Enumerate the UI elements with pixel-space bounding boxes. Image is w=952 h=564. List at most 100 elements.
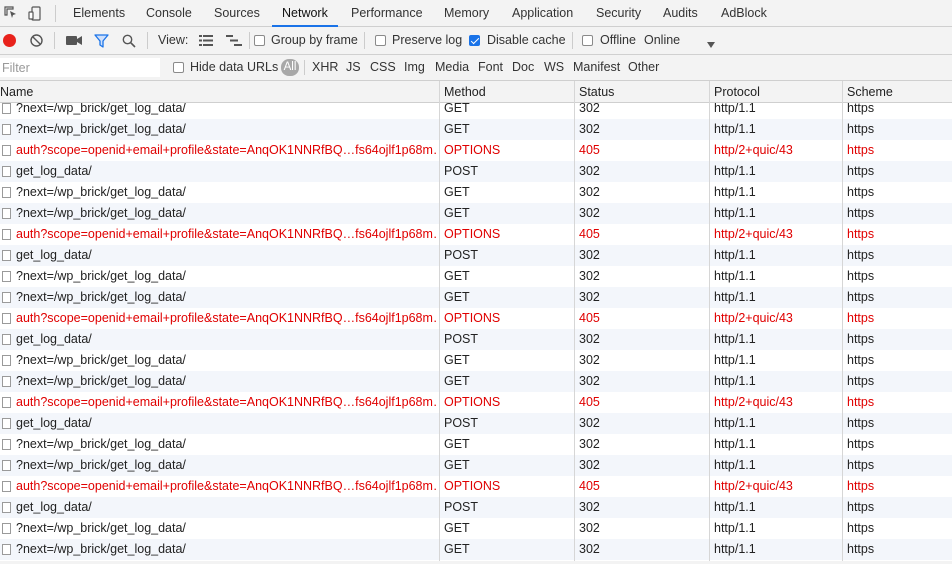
resource-file-icon <box>2 124 11 135</box>
filter-type-img[interactable]: Img <box>404 55 425 80</box>
request-scheme-cell: https <box>847 353 875 367</box>
tab-elements[interactable]: Elements <box>73 0 125 26</box>
table-row[interactable]: auth?scope=openid+email+profile&state=An… <box>0 476 952 497</box>
request-protocol-cell: http/1.1 <box>714 164 756 178</box>
table-row[interactable]: ?next=/wp_brick/get_log_data/GET 302 http/… <box>0 266 952 287</box>
table-row[interactable]: ?next=/wp_brick/get_log_data/GET 302 http/… <box>0 350 952 371</box>
request-status-cell: 302 <box>579 122 600 136</box>
request-status-cell: 302 <box>579 206 600 220</box>
filter-type-ws[interactable]: WS <box>544 55 564 80</box>
disable-cache-checkbox[interactable] <box>469 35 480 46</box>
filter-type-font[interactable]: Font <box>478 55 503 80</box>
table-row[interactable]: auth?scope=openid+email+profile&state=An… <box>0 308 952 329</box>
request-name-cell: ?next=/wp_brick/get_log_data/ <box>16 458 186 472</box>
table-row[interactable]: get_log_data/POST 302 http/1.1 https <box>0 329 952 350</box>
request-protocol-cell: http/1.1 <box>714 521 756 535</box>
tab-audits[interactable]: Audits <box>663 0 698 26</box>
column-divider[interactable] <box>574 81 575 564</box>
preserve-log-label: Preserve log <box>392 33 463 47</box>
table-row[interactable]: ?next=/wp_brick/get_log_data/GET 302 http/… <box>0 371 952 392</box>
inspect-element-icon[interactable] <box>4 6 18 23</box>
request-scheme-cell: https <box>847 206 875 220</box>
filter-type-css[interactable]: CSS <box>370 55 396 80</box>
filter-type-manifest[interactable]: Manifest <box>573 55 620 80</box>
request-name-cell: ?next=/wp_brick/get_log_data/ <box>16 269 186 283</box>
table-row[interactable]: get_log_data/POST 302 http/1.1 https <box>0 161 952 182</box>
camera-icon[interactable] <box>66 35 82 49</box>
resource-file-icon <box>2 271 11 282</box>
waterfall-icon[interactable] <box>226 35 242 49</box>
tab-adblock[interactable]: AdBlock <box>721 0 767 26</box>
column-header-status[interactable]: Status <box>579 81 614 102</box>
column-header-protocol[interactable]: Protocol <box>714 81 760 102</box>
throttling-select[interactable]: Online <box>644 27 680 54</box>
request-method-cell: GET <box>444 374 470 388</box>
table-row[interactable]: ?next=/wp_brick/get_log_data/GET 302 http/… <box>0 203 952 224</box>
table-row[interactable]: auth?scope=openid+email+profile&state=An… <box>0 224 952 245</box>
column-divider[interactable] <box>439 81 440 564</box>
tab-security[interactable]: Security <box>596 0 641 26</box>
request-status-cell: 405 <box>579 311 600 325</box>
table-row[interactable]: ?next=/wp_brick/get_log_data/GET 302 http/… <box>0 182 952 203</box>
tab-network[interactable]: Network <box>272 0 338 27</box>
resource-file-icon <box>2 103 11 114</box>
resource-file-icon <box>2 145 11 156</box>
request-method-cell: POST <box>444 416 479 430</box>
request-scheme-cell: https <box>847 500 875 514</box>
column-header-scheme[interactable]: Scheme <box>847 81 893 102</box>
request-protocol-cell: http/1.1 <box>714 332 756 346</box>
request-name-cell: get_log_data/ <box>16 164 92 178</box>
tab-memory[interactable]: Memory <box>444 0 489 26</box>
filter-icon[interactable] <box>94 34 109 51</box>
tab-performance[interactable]: Performance <box>351 0 423 26</box>
filter-input[interactable] <box>0 58 160 77</box>
toolbar-separator <box>55 5 56 22</box>
tab-application[interactable]: Application <box>512 0 573 26</box>
table-row[interactable]: get_log_data/POST 302 http/1.1 https <box>0 245 952 266</box>
table-row[interactable]: auth?scope=openid+email+profile&state=An… <box>0 140 952 161</box>
group-by-frame-checkbox[interactable] <box>254 35 265 46</box>
resource-file-icon <box>2 439 11 450</box>
hide-data-urls-checkbox[interactable] <box>173 62 184 73</box>
chevron-down-icon[interactable] <box>707 37 715 51</box>
table-row[interactable]: ?next=/wp_brick/get_log_data/GET 302 http/… <box>0 287 952 308</box>
device-toolbar-icon[interactable] <box>28 6 42 24</box>
table-row[interactable]: ?next=/wp_brick/get_log_data/GET 302 http/… <box>0 119 952 140</box>
table-row[interactable]: ?next=/wp_brick/get_log_data/GET 302 http/… <box>0 455 952 476</box>
filter-type-media[interactable]: Media <box>435 55 469 80</box>
resource-file-icon <box>2 544 11 555</box>
request-status-cell: 302 <box>579 290 600 304</box>
request-protocol-cell: http/1.1 <box>714 122 756 136</box>
tab-console[interactable]: Console <box>146 0 192 26</box>
table-row[interactable]: ?next=/wp_brick/get_log_data/GET 302 http/… <box>0 518 952 539</box>
preserve-log-checkbox[interactable] <box>375 35 386 46</box>
resource-file-icon <box>2 313 11 324</box>
resource-file-icon <box>2 523 11 534</box>
column-divider[interactable] <box>842 81 843 564</box>
filter-type-other[interactable]: Other <box>628 55 659 80</box>
request-status-cell: 405 <box>579 479 600 493</box>
request-name-cell: auth?scope=openid+email+profile&state=An… <box>16 143 436 157</box>
large-rows-icon[interactable] <box>199 35 213 49</box>
offline-checkbox[interactable] <box>582 35 593 46</box>
column-header-method[interactable]: Method <box>444 81 486 102</box>
column-divider[interactable] <box>709 81 710 564</box>
column-header-name[interactable]: Name <box>0 81 33 102</box>
table-row[interactable]: get_log_data/POST 302 http/1.1 https <box>0 497 952 518</box>
clear-icon[interactable] <box>30 34 43 50</box>
table-row[interactable]: ?next=/wp_brick/get_log_data/GET 302 http/… <box>0 539 952 560</box>
request-method-cell: POST <box>444 248 479 262</box>
filter-type-xhr[interactable]: XHR <box>312 55 338 80</box>
request-status-cell: 405 <box>579 395 600 409</box>
filter-type-all[interactable]: All <box>281 59 299 76</box>
filter-type-doc[interactable]: Doc <box>512 55 534 80</box>
table-row[interactable]: auth?scope=openid+email+profile&state=An… <box>0 392 952 413</box>
search-icon[interactable] <box>122 34 136 51</box>
tab-sources[interactable]: Sources <box>214 0 260 26</box>
table-row[interactable]: ?next=/wp_brick/get_log_data/GET 302 http/… <box>0 434 952 455</box>
toolbar-separator <box>364 32 365 49</box>
request-name-cell: auth?scope=openid+email+profile&state=An… <box>16 479 436 493</box>
filter-type-js[interactable]: JS <box>346 55 361 80</box>
record-button[interactable] <box>3 34 16 47</box>
table-row[interactable]: get_log_data/POST 302 http/1.1 https <box>0 413 952 434</box>
